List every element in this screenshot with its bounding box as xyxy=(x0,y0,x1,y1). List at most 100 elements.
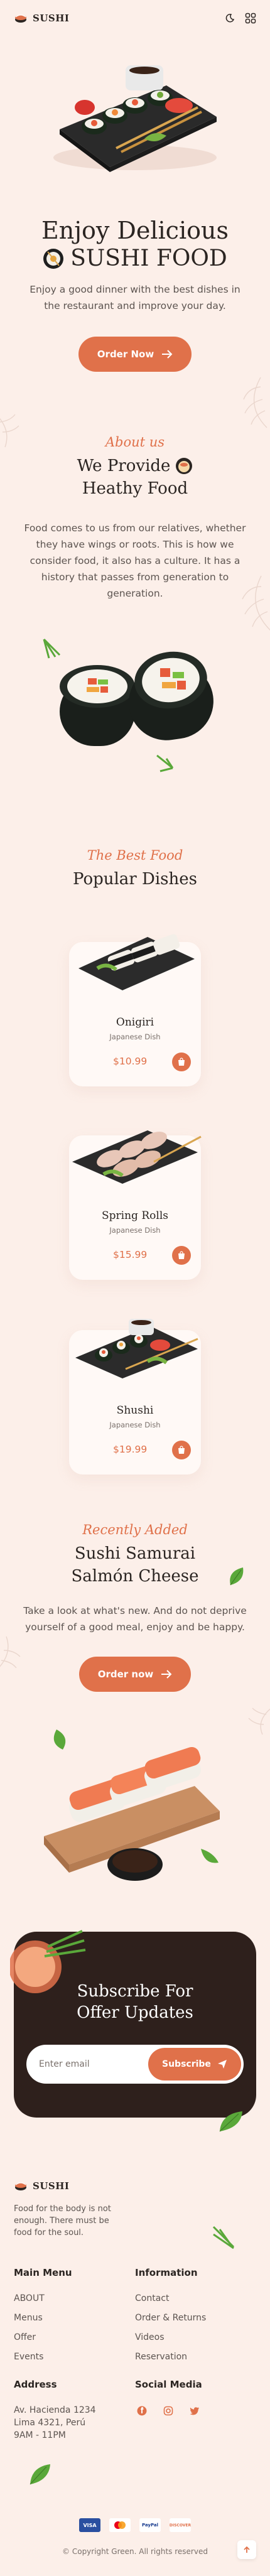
salmon-sushi-image xyxy=(0,1717,270,1905)
twitter-icon[interactable] xyxy=(188,2404,202,2418)
dish-price: $10.99 xyxy=(113,1056,148,1067)
grid-menu-icon[interactable] xyxy=(245,13,256,24)
popular-script-label: The Best Food xyxy=(87,848,183,863)
address-line: Av. Hacienda 1234 xyxy=(14,2405,96,2415)
about-title-line1: We Provide xyxy=(0,455,270,477)
shushi-image xyxy=(66,1312,204,1384)
footer-main-menu: Main Menu ABOUT Menus Offer Events xyxy=(14,2267,133,2370)
dish-name: Shushi xyxy=(116,1404,154,1417)
opening-hours: 9AM - 11PM xyxy=(14,2430,66,2440)
subscribe-title-line1: Subscribe For xyxy=(77,1982,193,2001)
subscribe-title: Subscribe For Offer Updates xyxy=(14,1981,256,2023)
send-icon xyxy=(217,2059,227,2069)
subscribe-title-line2: Offer Updates xyxy=(77,2003,193,2022)
footer-social: Social Media xyxy=(135,2379,254,2418)
page: SUSHI Enjoy Delicious SUSHI FOOD Enjoy a… xyxy=(0,0,270,2576)
order-now-label: Order Now xyxy=(97,349,154,360)
about-section: About us We Provide Heathy Food Food com… xyxy=(0,414,270,790)
shopping-bag-icon xyxy=(178,1058,185,1066)
arrow-right-icon xyxy=(161,350,173,359)
arrow-up-icon xyxy=(243,2546,251,2553)
subscribe-section: Subscribe For Offer Updates Subscribe xyxy=(9,1930,256,2132)
sushi-bowl-icon xyxy=(175,457,193,475)
scroll-to-top-button[interactable] xyxy=(237,2540,256,2559)
recent-title-line1: Sushi Samurai xyxy=(74,1544,196,1563)
hero-sushi-plate-image xyxy=(41,48,229,186)
recent-script-label: Recently Added xyxy=(82,1522,188,1537)
basil-leaf-icon xyxy=(227,1565,246,1590)
popular-section: The Best Food Popular Dishes xyxy=(0,848,270,890)
email-input[interactable] xyxy=(39,2059,148,2069)
dish-card: Spring Rolls Japanese Dish $15.99 xyxy=(69,1130,202,1280)
paypal-icon: PayPal xyxy=(139,2518,161,2532)
header: SUSHI xyxy=(0,0,270,36)
facebook-icon[interactable] xyxy=(135,2404,149,2418)
about-script-label: About us xyxy=(105,435,165,450)
footer-link-contact[interactable]: Contact xyxy=(135,2292,254,2305)
basil-leaf-icon xyxy=(217,2109,245,2136)
social-media-title: Social Media xyxy=(135,2379,202,2390)
footer-logo[interactable]: SUSHI xyxy=(14,2180,256,2192)
subscribe-button-label: Subscribe xyxy=(162,2059,211,2069)
recent-section: Recently Added Sushi Samurai Salmón Chee… xyxy=(0,1522,270,1905)
footer-brand: SUSHI Food for the body is not enough. T… xyxy=(14,2180,256,2249)
footer-link-offer[interactable]: Offer xyxy=(14,2331,133,2344)
hero-title-line2-text: SUSHI FOOD xyxy=(70,246,227,271)
footer-link-reservation[interactable]: Reservation xyxy=(135,2351,254,2363)
address-title: Address xyxy=(14,2379,57,2390)
instagram-icon[interactable] xyxy=(161,2404,175,2418)
dish-type: Japanese Dish xyxy=(109,1226,161,1235)
dish-price: $19.99 xyxy=(113,1444,148,1455)
add-to-bag-button[interactable] xyxy=(172,1053,191,1071)
information-title: Information xyxy=(135,2267,198,2278)
footer-information: Information Contact Order & Returns Vide… xyxy=(135,2267,254,2370)
hero-title-line1: Enjoy Delicious xyxy=(41,217,229,244)
subscribe-form: Subscribe xyxy=(26,2045,244,2084)
dish-card: Shushi Japanese Dish $19.99 xyxy=(69,1319,201,1475)
arrow-right-icon xyxy=(161,1670,172,1679)
address-line: Lima 4321, Perú xyxy=(14,2418,86,2428)
discover-card-icon: DISCOVER xyxy=(170,2518,191,2532)
recent-description: Take a look at what's new. And do not de… xyxy=(23,1605,247,1633)
popular-title: Popular Dishes xyxy=(73,870,197,889)
shopping-bag-icon xyxy=(178,1251,185,1260)
basil-leaf-icon xyxy=(28,2462,53,2489)
add-to-bag-button[interactable] xyxy=(172,1441,191,1459)
footer-link-about[interactable]: ABOUT xyxy=(14,2292,133,2305)
footer-link-menus[interactable]: Menus xyxy=(14,2312,133,2324)
dish-card-onigiri[interactable]: Onigiri Japanese Dish $10.99 xyxy=(69,934,201,1086)
sushi-roll-icon xyxy=(43,248,64,269)
sushi-logo-icon xyxy=(14,13,28,24)
footer-brand-name: SUSHI xyxy=(33,2180,70,2192)
dish-card-shushi[interactable]: Shushi Japanese Dish $19.99 xyxy=(69,1319,201,1475)
dish-type: Japanese Dish xyxy=(109,1032,161,1041)
sushi-logo-icon xyxy=(14,2180,28,2192)
payment-methods: VISA PayPal DISCOVER xyxy=(0,2518,270,2532)
about-sushi-rolls-image xyxy=(0,627,270,790)
dish-type: Japanese Dish xyxy=(109,1421,161,1429)
brand-logo[interactable]: SUSHI xyxy=(14,13,69,24)
order-now-button[interactable]: Order Now xyxy=(78,337,192,372)
hero-description: Enjoy a good dinner with the best dishes… xyxy=(30,284,240,311)
dish-card: Onigiri Japanese Dish $10.99 xyxy=(69,934,201,1086)
add-to-bag-button[interactable] xyxy=(172,1246,191,1265)
footer-link-videos[interactable]: Videos xyxy=(135,2331,254,2344)
brand-name: SUSHI xyxy=(33,13,70,24)
hero-section: Enjoy Delicious SUSHI FOOD Enjoy a good … xyxy=(0,48,270,428)
footer-link-events[interactable]: Events xyxy=(14,2351,133,2363)
footer-address: Address Av. Hacienda 1234 Lima 4321, Per… xyxy=(14,2379,133,2442)
dish-name: Spring Rolls xyxy=(102,1210,168,1222)
main-menu-title: Main Menu xyxy=(14,2267,72,2278)
order-now-button-secondary[interactable]: Order now xyxy=(78,1657,192,1692)
dish-price: $15.99 xyxy=(113,1249,148,1260)
leaf-decoration-icon xyxy=(0,1635,31,1675)
dish-name: Onigiri xyxy=(116,1016,154,1029)
subscribe-button[interactable]: Subscribe xyxy=(148,2048,241,2081)
about-title-line2: Heathy Food xyxy=(82,479,188,498)
moon-icon[interactable] xyxy=(225,13,235,23)
dish-card-spring-rolls[interactable]: Spring Rolls Japanese Dish $15.99 xyxy=(69,1130,202,1280)
leaf-decoration-icon xyxy=(226,374,270,433)
order-now-label: Order now xyxy=(97,1669,154,1680)
footer-link-order-returns[interactable]: Order & Returns xyxy=(135,2312,254,2324)
leaf-sprout-icon xyxy=(211,2224,237,2254)
